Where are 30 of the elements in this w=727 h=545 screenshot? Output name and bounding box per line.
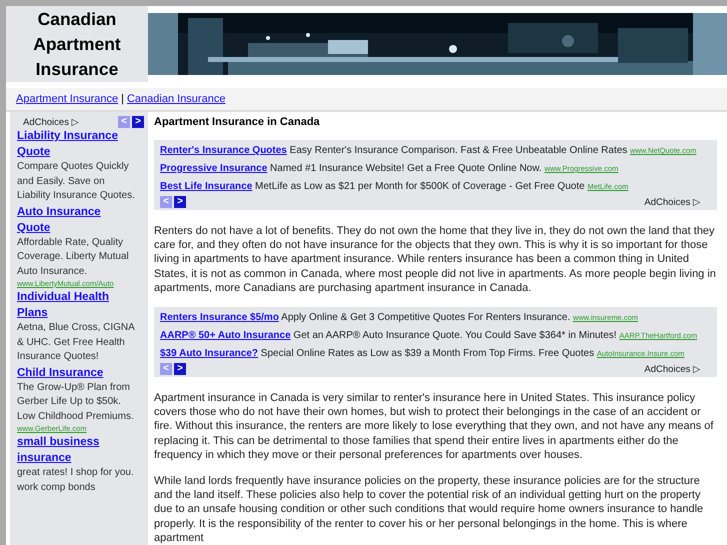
pager-button[interactable]: > — [132, 116, 144, 128]
ad-link[interactable]: Liability Insurance Quote — [17, 128, 148, 160]
ad-link[interactable]: Child Insurance — [17, 364, 148, 380]
ad-text: Aetna, Blue Cross, CIGNA & UHC. Get Free Health Insurance Quotes! — [17, 321, 136, 364]
ad-link[interactable]: Best Life Insurance — [160, 181, 252, 192]
ad-link[interactable]: small business insurance — [17, 434, 148, 466]
adchoices-label[interactable]: AdChoices ▷ — [644, 363, 701, 376]
ad-link[interactable]: Renters Insurance $5/mo — [160, 312, 279, 324]
nav-link[interactable]: Apartment Insurance — [16, 93, 118, 105]
ad-text: great rates! I shop for you. work comp bonds — [17, 466, 135, 494]
ad-link[interactable]: AARP® 50+ Auto Insurance — [160, 330, 291, 342]
pager-button[interactable]: > — [174, 363, 186, 376]
paragraph: Renters do not have a lot of benefits. They do not own the home that they live in, they do not own the land that they care for, and they often do not have insurance for the objects that they own. This is why it is so important for those living in apartments to have apartment insurance. While renters insurance has been a common thing in United States, it is not as common in Canada, where most people did not live in apartments. As more people begin living in apartments, more Canadians are purchasing apartment insurance in Canada. — [154, 224, 717, 296]
page-heading: Apartment Insurance in Canada — [154, 116, 321, 128]
nav-link[interactable]: Canadian Insurance — [126, 93, 226, 105]
paragraph: Apartment insurance in Canada is very similar to renter's insurance here in United States. This insurance policy covers those who do not have their own homes, but wish to protect their belongings in the case of an accident or fire. Without this insurance, the renters are more likely to lose everything that they own, and not have any means of replacing it. This can be detrimental to those families that spend their entire lives in apartments either do the frequency in which they move or their personal preferences for apartments over houses. — [154, 391, 714, 462]
ad-link[interactable]: Auto Insurance Quote — [17, 204, 148, 236]
adchoices-label[interactable]: AdChoices ▷ — [644, 196, 701, 208]
adchoices-label[interactable]: AdChoices ▷ — [23, 116, 80, 128]
pager-button[interactable]: > — [174, 196, 186, 208]
ad-link[interactable]: Renter's Insurance Quotes — [160, 145, 287, 156]
ad-text: Compare Quotes Quickly and Easily. Save on Liability Insurance Quotes. — [17, 160, 136, 203]
ad-text: The Grow-Up® Plan from Gerber Life Up to $50k. Low Childhood Premiums. — [17, 380, 135, 424]
ad-link[interactable]: $39 Auto Insurance? — [160, 348, 258, 360]
paragraph: While land lords frequently have insurance policies on the property, these insurance policies are for the structure and the land itself. These policies also help to cover the potential risk of an individual getting hurt on the property due to an unsafe housing condition or other such conditions that would require home owners insurance to handle properly. It is the responsibility of the renter to cover his or her personal belongings in the home. This is where apartment — [154, 474, 704, 545]
link-separator: | — [121, 93, 124, 105]
ad-link[interactable]: Progressive Insurance — [160, 163, 268, 174]
ad-link[interactable]: Individual Health Plans — [17, 289, 148, 321]
ad-text: Affordable Rate, Quality Coverage. Liberty Mutual Auto Insurance. — [17, 236, 130, 278]
site-title: Canadian Apartment Insurance — [6, 6, 148, 82]
